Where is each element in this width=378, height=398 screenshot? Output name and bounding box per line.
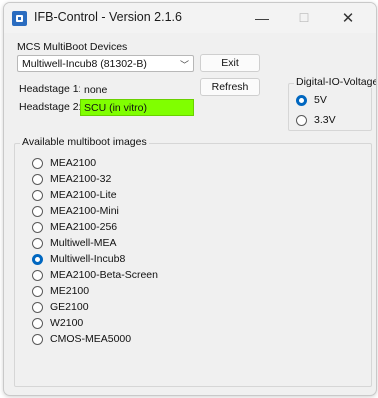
app-icon [12,11,27,26]
app-window: IFB-Control - Version 2.1.6 — ☐ ✕ MCS Mu… [3,2,377,396]
digital-io-voltage-group: Digital-IO-Voltage 5V 3.3V [288,76,376,131]
image-option-label: MEA2100-Beta-Screen [50,269,158,281]
headstage-2-value: SCU (in vitro) [80,99,194,116]
refresh-button[interactable]: Refresh [200,78,260,96]
headstage-1-label: Headstage 1: [19,83,82,95]
image-option[interactable]: GE2100 [32,301,89,313]
maximize-button[interactable]: ☐ [282,3,326,33]
image-option-label: GE2100 [50,301,89,313]
exit-button[interactable]: Exit [200,54,260,72]
image-option[interactable]: Multiwell-MEA [32,237,117,249]
image-option[interactable]: MEA2100-Lite [32,189,117,201]
image-option[interactable]: MEA2100-32 [32,173,111,185]
radio-button-icon [32,221,43,233]
headstage-1-value: none [80,81,194,98]
radio-button-icon [296,94,307,106]
image-option-label: MEA2100 [50,157,97,169]
image-option[interactable]: Multiwell-Incub8 [32,253,125,265]
devices-label: MCS MultiBoot Devices [17,41,128,53]
image-option-label: MEA2100-Lite [50,189,117,201]
image-option-label: MEA2100-Mini [50,205,119,217]
radio-button-icon [32,285,43,297]
image-option[interactable]: CMOS-MEA5000 [32,333,131,345]
image-option-label: Multiwell-MEA [50,237,117,249]
image-option-label: ME2100 [50,285,90,297]
image-option-label: MEA2100-256 [50,221,118,233]
radio-button-icon [32,237,43,249]
image-option-label: CMOS-MEA5000 [50,333,132,345]
radio-button-icon [32,269,43,281]
radio-label: 5V [314,94,327,106]
radio-button-icon [296,114,307,126]
window-title: IFB-Control - Version 2.1.6 [34,10,182,24]
devices-selected-value: Multiwell-Incub8 (81302-B) [22,58,147,70]
radio-button-icon [32,253,43,265]
radio-button-icon [32,205,43,217]
image-option[interactable]: ME2100 [32,285,89,297]
radio-3-3v[interactable]: 3.3V [296,114,336,126]
devices-dropdown[interactable]: Multiwell-Incub8 (81302-B) ﹀ [17,55,194,72]
group-title: Digital-IO-Voltage [294,76,376,88]
image-option[interactable]: W2100 [32,317,83,329]
image-option-label: Multiwell-Incub8 [50,253,126,265]
image-option[interactable]: MEA2100-Beta-Screen [32,269,158,281]
group-title: Available multiboot images [20,136,149,148]
image-option[interactable]: MEA2100-Mini [32,205,119,217]
image-option-label: MEA2100-32 [50,173,112,185]
multiboot-images-group: Available multiboot images MEA2100 MEA210… [14,136,372,387]
radio-button-icon [32,157,43,169]
radio-button-icon [32,333,43,345]
headstage-2-label: Headstage 2: [19,101,82,113]
image-option[interactable]: MEA2100 [32,157,96,169]
minimize-button[interactable]: — [240,3,284,33]
radio-button-icon [32,173,43,185]
radio-5v[interactable]: 5V [296,94,327,106]
title-bar[interactable]: IFB-Control - Version 2.1.6 — ☐ ✕ [4,3,376,33]
image-option[interactable]: MEA2100-256 [32,221,117,233]
close-button[interactable]: ✕ [326,3,370,33]
radio-button-icon [32,301,43,313]
radio-button-icon [32,189,43,201]
radio-button-icon [32,317,43,329]
radio-label: 3.3V [314,114,336,126]
chevron-down-icon: ﹀ [179,60,189,70]
image-option-label: W2100 [50,317,84,329]
